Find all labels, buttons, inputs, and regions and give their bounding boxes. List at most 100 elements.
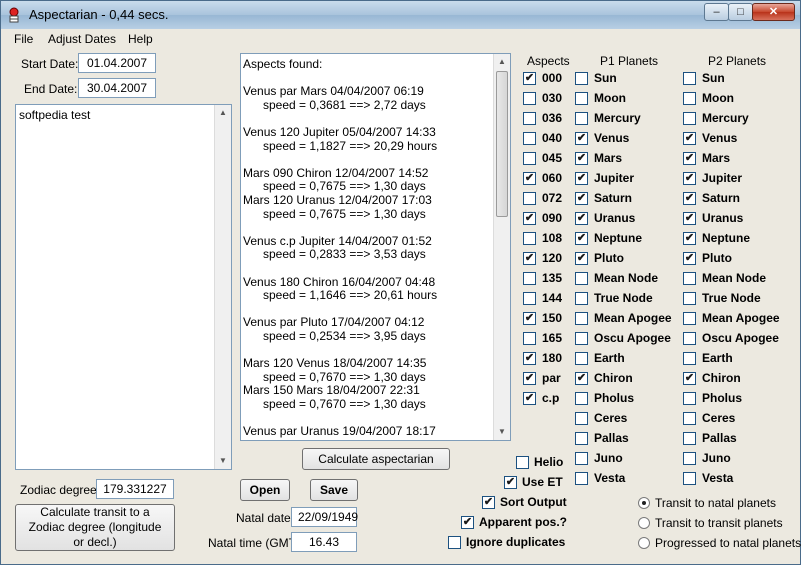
p2-pluto-checkbox[interactable]: ✔ bbox=[683, 252, 696, 265]
p2-pholus-checkbox[interactable] bbox=[683, 392, 696, 405]
p1-true-node-checkbox[interactable] bbox=[575, 292, 588, 305]
radio-transit-to-natal-planets[interactable] bbox=[638, 497, 650, 509]
p2-mercury-checkbox[interactable] bbox=[683, 112, 696, 125]
aspect-165-checkbox[interactable] bbox=[523, 332, 536, 345]
p1-jupiter-checkbox[interactable]: ✔ bbox=[575, 172, 588, 185]
calculate-transit-button[interactable]: Calculate transit to a Zodiac degree (lo… bbox=[15, 504, 175, 551]
p1-mercury-checkbox[interactable] bbox=[575, 112, 588, 125]
aspect-072-checkbox[interactable] bbox=[523, 192, 536, 205]
aspect-060-checkbox[interactable]: ✔ bbox=[523, 172, 536, 185]
p1-pholus-checkbox[interactable] bbox=[575, 392, 588, 405]
scroll-thumb[interactable] bbox=[496, 71, 508, 217]
menu-adjust-dates[interactable]: Adjust Dates bbox=[48, 32, 116, 46]
p2-pallas-checkbox[interactable] bbox=[683, 432, 696, 445]
p2-uranus-checkbox[interactable]: ✔ bbox=[683, 212, 696, 225]
aspect-144-checkbox[interactable] bbox=[523, 292, 536, 305]
p1-earth-checkbox[interactable] bbox=[575, 352, 588, 365]
p2-pluto-label: Pluto bbox=[702, 251, 732, 265]
p2-jupiter-checkbox[interactable]: ✔ bbox=[683, 172, 696, 185]
aspect-040-checkbox[interactable] bbox=[523, 132, 536, 145]
p1-sun-checkbox[interactable] bbox=[575, 72, 588, 85]
aspect-120-checkbox[interactable]: ✔ bbox=[523, 252, 536, 265]
zodiac-degree-field[interactable]: 179.331227 bbox=[96, 479, 174, 499]
p1-uranus-checkbox[interactable]: ✔ bbox=[575, 212, 588, 225]
output-line: speed = 1,1646 ==> 20,61 hours bbox=[243, 288, 438, 303]
p1-venus-checkbox[interactable]: ✔ bbox=[575, 132, 588, 145]
aspect-c-p-checkbox[interactable]: ✔ bbox=[523, 392, 536, 405]
natal-date-field[interactable]: 22/09/1949 bbox=[291, 507, 358, 527]
p1-oscu-apogee-checkbox[interactable] bbox=[575, 332, 588, 345]
p1-moon-checkbox[interactable] bbox=[575, 92, 588, 105]
window-title: Aspectarian - 0,44 secs. bbox=[29, 7, 169, 22]
p2-oscu-apogee-checkbox[interactable] bbox=[683, 332, 696, 345]
calculate-aspectarian-button[interactable]: Calculate aspectarian bbox=[302, 448, 450, 470]
aspect-150-checkbox[interactable]: ✔ bbox=[523, 312, 536, 325]
aspect-045-checkbox[interactable] bbox=[523, 152, 536, 165]
p2-juno-checkbox[interactable] bbox=[683, 452, 696, 465]
end-date-field[interactable]: 30.04.2007 bbox=[78, 78, 156, 98]
title-bar[interactable]: Aspectarian - 0,44 secs. – □ ✕ bbox=[1, 1, 800, 29]
p1-mean-node-checkbox[interactable] bbox=[575, 272, 588, 285]
aspect-par-checkbox[interactable]: ✔ bbox=[523, 372, 536, 385]
p1-pluto-checkbox[interactable]: ✔ bbox=[575, 252, 588, 265]
p2-saturn-checkbox[interactable]: ✔ bbox=[683, 192, 696, 205]
p2-ceres-checkbox[interactable] bbox=[683, 412, 696, 425]
menu-help[interactable]: Help bbox=[128, 32, 153, 46]
maximize-button[interactable]: □ bbox=[728, 3, 753, 21]
radio-progressed-to-natal-planets[interactable] bbox=[638, 537, 650, 549]
output-line: speed = 0,3681 ==> 2,72 days bbox=[243, 97, 426, 112]
p2-chiron-checkbox[interactable]: ✔ bbox=[683, 372, 696, 385]
p2-mean-node-checkbox[interactable] bbox=[683, 272, 696, 285]
p2-true-node-checkbox[interactable] bbox=[683, 292, 696, 305]
notes-scrollbar[interactable]: ▲ ▼ bbox=[214, 105, 231, 469]
p1-juno-checkbox[interactable] bbox=[575, 452, 588, 465]
p1-pallas-checkbox[interactable] bbox=[575, 432, 588, 445]
p2-neptune-checkbox[interactable]: ✔ bbox=[683, 232, 696, 245]
use-et-checkbox[interactable]: ✔ bbox=[504, 476, 517, 489]
p2-venus-checkbox[interactable]: ✔ bbox=[683, 132, 696, 145]
scroll-down-icon[interactable]: ▼ bbox=[494, 424, 510, 440]
aspect-108-checkbox[interactable] bbox=[523, 232, 536, 245]
notes-textarea[interactable]: softpedia test ▲ ▼ bbox=[15, 104, 232, 470]
aspect-030-checkbox[interactable] bbox=[523, 92, 536, 105]
p2-sun-checkbox[interactable] bbox=[683, 72, 696, 85]
minimize-button[interactable]: – bbox=[704, 3, 729, 21]
radio-transit-to-transit-planets[interactable] bbox=[638, 517, 650, 529]
aspect-180-checkbox[interactable]: ✔ bbox=[523, 352, 536, 365]
p2-mean-apogee-checkbox[interactable] bbox=[683, 312, 696, 325]
p2-earth-label: Earth bbox=[702, 351, 733, 365]
aspect-000-checkbox[interactable]: ✔ bbox=[523, 72, 536, 85]
p1-saturn-checkbox[interactable]: ✔ bbox=[575, 192, 588, 205]
aspect-090-checkbox[interactable]: ✔ bbox=[523, 212, 536, 225]
p1-vesta-checkbox[interactable] bbox=[575, 472, 588, 485]
open-button[interactable]: Open bbox=[240, 479, 290, 501]
scroll-down-icon[interactable]: ▼ bbox=[215, 453, 231, 469]
ignore-duplicates-checkbox[interactable] bbox=[448, 536, 461, 549]
p1-chiron-checkbox[interactable]: ✔ bbox=[575, 372, 588, 385]
p2-mars-checkbox[interactable]: ✔ bbox=[683, 152, 696, 165]
aspect-135-label: 135 bbox=[542, 271, 563, 285]
aspects-output[interactable]: Aspects found: Venus par Mars 04/04/2007 … bbox=[240, 53, 511, 441]
scroll-up-icon[interactable]: ▲ bbox=[494, 54, 510, 70]
p1-neptune-checkbox[interactable]: ✔ bbox=[575, 232, 588, 245]
p1-mars-checkbox[interactable]: ✔ bbox=[575, 152, 588, 165]
save-button[interactable]: Save bbox=[310, 479, 358, 501]
p2-vesta-checkbox[interactable] bbox=[683, 472, 696, 485]
p2-moon-checkbox[interactable] bbox=[683, 92, 696, 105]
aspect-135-checkbox[interactable] bbox=[523, 272, 536, 285]
p2-earth-checkbox[interactable] bbox=[683, 352, 696, 365]
helio-checkbox[interactable] bbox=[516, 456, 529, 469]
aspect-072-label: 072 bbox=[542, 191, 563, 205]
sort-output-checkbox[interactable]: ✔ bbox=[482, 496, 495, 509]
p2-venus-label: Venus bbox=[702, 131, 738, 145]
scroll-up-icon[interactable]: ▲ bbox=[215, 105, 231, 121]
p1-mean-apogee-checkbox[interactable] bbox=[575, 312, 588, 325]
aspect-036-checkbox[interactable] bbox=[523, 112, 536, 125]
close-button[interactable]: ✕ bbox=[752, 3, 795, 21]
apparent-pos-checkbox[interactable]: ✔ bbox=[461, 516, 474, 529]
natal-time-field[interactable]: 16.43 bbox=[291, 532, 357, 552]
p1-ceres-checkbox[interactable] bbox=[575, 412, 588, 425]
start-date-field[interactable]: 01.04.2007 bbox=[78, 53, 156, 73]
output-scrollbar[interactable]: ▲ ▼ bbox=[493, 54, 510, 440]
menu-file[interactable]: File bbox=[14, 32, 33, 46]
